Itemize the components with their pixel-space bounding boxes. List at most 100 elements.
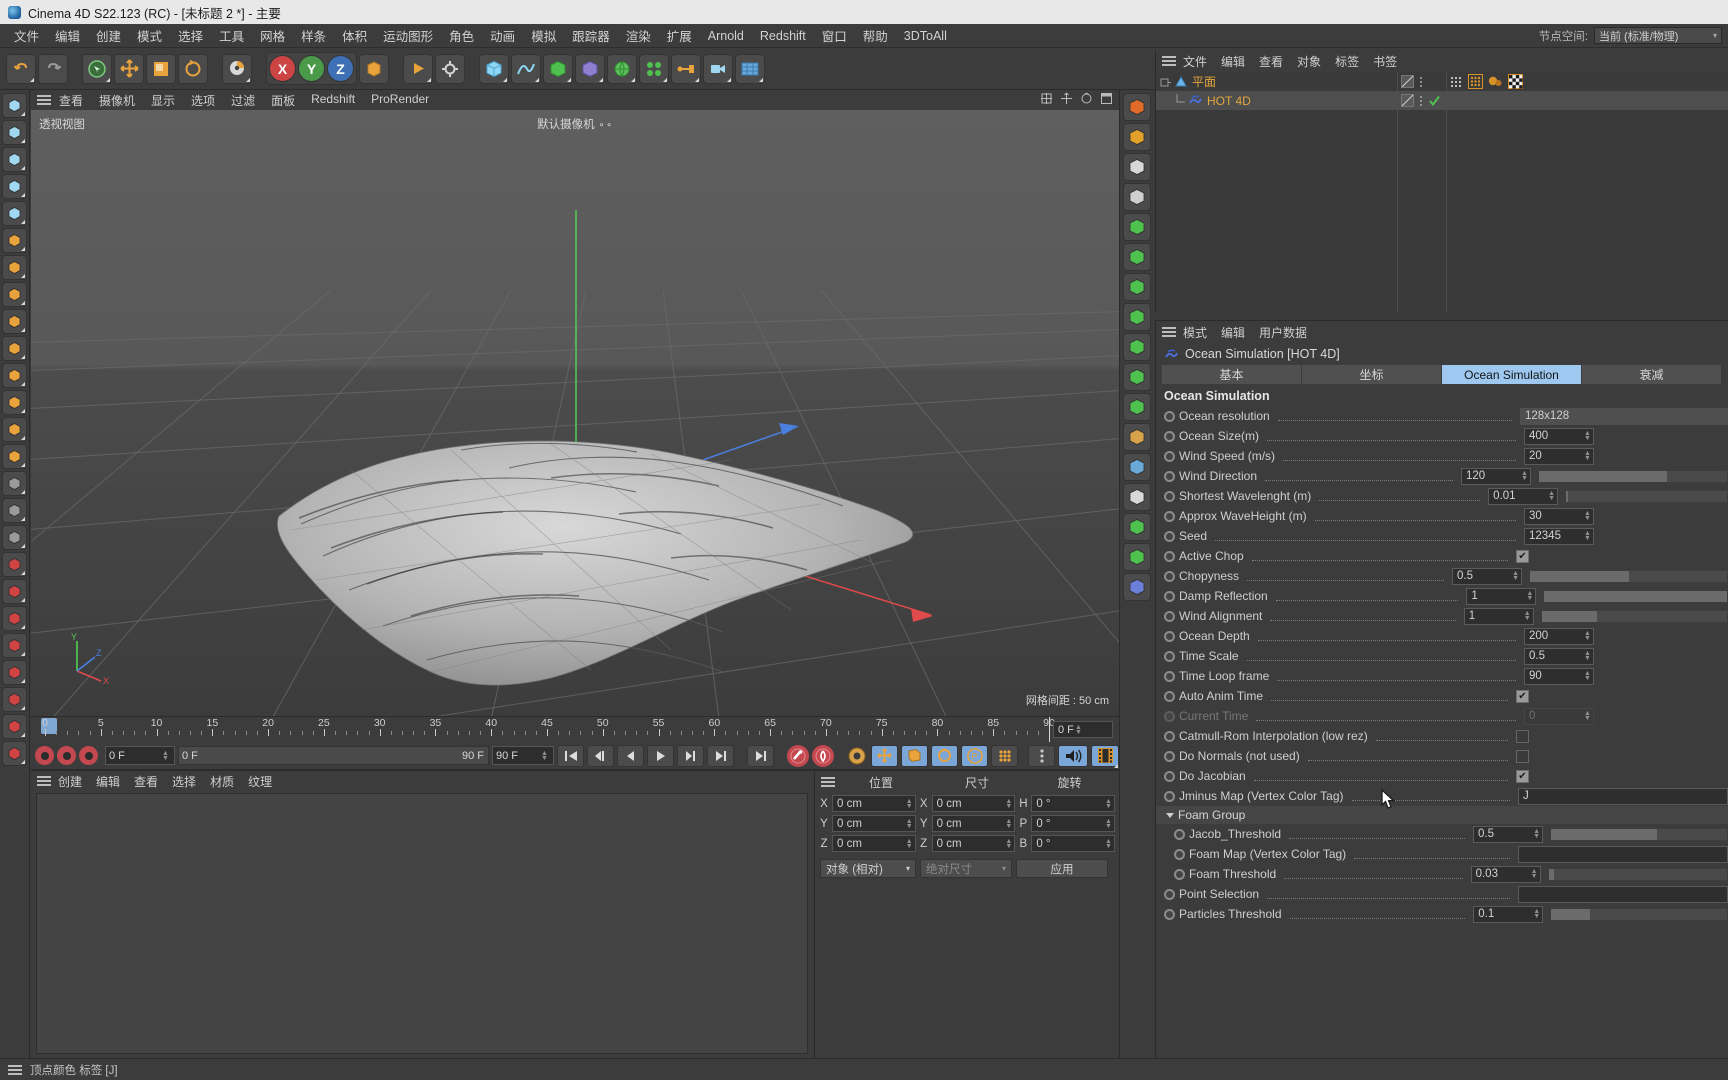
pentagon-object-icon[interactable]	[1122, 573, 1151, 601]
play-button[interactable]	[647, 744, 674, 767]
param-spinner[interactable]: ▲ ▼	[1583, 450, 1593, 462]
rotate-view-icon[interactable]	[1080, 92, 1093, 108]
material-menu-item-查看[interactable]: 查看	[127, 772, 165, 791]
param-spinner[interactable]: ▲ ▼	[1525, 590, 1535, 602]
viewport-menu-item-过滤[interactable]: 过滤	[223, 91, 263, 110]
menu-item-模式[interactable]: 模式	[129, 24, 170, 47]
param-number-field[interactable]: 0 ▲ ▼	[1524, 707, 1594, 725]
add-field-button[interactable]	[671, 53, 701, 84]
param-slider[interactable]	[1540, 609, 1728, 623]
param-animate-dot-icon[interactable]	[1164, 650, 1175, 662]
param-animate-dot-icon[interactable]	[1164, 710, 1175, 722]
world-object-coordinate-button[interactable]	[359, 53, 389, 84]
visibility-toggle-icon[interactable]	[1401, 75, 1414, 88]
add-mograph-button[interactable]	[639, 53, 669, 84]
ocean-tag-icon[interactable]	[1188, 93, 1203, 108]
visibility-toggle-icon[interactable]	[1401, 94, 1414, 107]
coord-mode-dropdown[interactable]: 对象 (相对) ▾	[820, 859, 916, 878]
cube-primitive-icon[interactable]	[2, 93, 27, 118]
param-animate-dot-icon[interactable]	[1174, 848, 1185, 860]
axis-mode-icon[interactable]	[2, 363, 27, 388]
redshift-light-icon[interactable]	[2, 552, 27, 577]
point-mode-icon[interactable]	[2, 228, 27, 253]
param-slider[interactable]	[1538, 469, 1728, 483]
redshift-material-icon[interactable]	[2, 633, 27, 658]
render-region-button[interactable]	[222, 53, 252, 84]
keyframe-selection-object-button[interactable]	[846, 745, 868, 767]
timeline-playhead[interactable]	[1049, 717, 1050, 743]
light-object-icon[interactable]	[1122, 123, 1151, 151]
size-z-field[interactable]: 0 cm ▲ ▼	[931, 835, 1016, 852]
workplane-icon[interactable]	[2, 417, 27, 442]
four-view-icon[interactable]	[1040, 92, 1053, 108]
material-menu-item-创建[interactable]: 创建	[51, 772, 89, 791]
param-number-field[interactable]: 12345 ▲ ▼	[1524, 527, 1594, 545]
menu-item-角色[interactable]: 角色	[441, 24, 482, 47]
attribute-tab-坐标[interactable]: 坐标	[1302, 365, 1442, 384]
menu-item-Redshift[interactable]: Redshift	[752, 27, 814, 45]
step-back-button[interactable]	[617, 744, 644, 767]
param-spinner[interactable]: ▲ ▼	[1583, 630, 1593, 642]
viewport-menu-item-ProRender[interactable]: ProRender	[363, 91, 437, 110]
tag-enabled-check-icon[interactable]	[1428, 94, 1441, 107]
sound-playback-button[interactable]	[1058, 744, 1088, 767]
param-number-field[interactable]: 0.1 ▲ ▼	[1473, 905, 1544, 923]
polygon-mode-icon[interactable]	[2, 282, 27, 307]
redshift-sky-icon[interactable]	[2, 741, 27, 766]
viewport-3d-canvas[interactable]: 透视视图 默认摄像机 ⚬⚬ 网格间距 : 50 cm Y X Z	[31, 110, 1119, 716]
object-menu-item-编辑[interactable]: 编辑	[1214, 52, 1252, 71]
param-number-field[interactable]: 0.5 ▲ ▼	[1524, 647, 1594, 665]
menu-item-工具[interactable]: 工具	[211, 24, 252, 47]
param-slider[interactable]	[1529, 569, 1728, 583]
move-tool-button[interactable]	[114, 53, 144, 84]
param-spinner[interactable]: ▲ ▼	[1511, 570, 1521, 582]
go-to-previous-key-button[interactable]	[587, 744, 614, 767]
param-spinner[interactable]: ▲ ▼	[1523, 610, 1533, 622]
menu-item-运动图形[interactable]: 运动图形	[375, 24, 441, 47]
material-manager-body[interactable]	[36, 793, 808, 1054]
extrude-generator-icon[interactable]	[1122, 363, 1151, 391]
attribute-tab-ocean-simulation[interactable]: Ocean Simulation	[1442, 365, 1582, 384]
circle-spline-icon[interactable]	[1122, 213, 1151, 241]
param-number-field[interactable]: 0.01 ▲ ▼	[1488, 487, 1559, 505]
param-animate-dot-icon[interactable]	[1164, 590, 1175, 602]
redshift-env-icon[interactable]	[2, 714, 27, 739]
angle-tool-icon[interactable]	[1122, 483, 1151, 511]
param-animate-dot-icon[interactable]	[1164, 530, 1175, 542]
add-cube-button[interactable]	[479, 53, 509, 84]
menu-item-Arnold[interactable]: Arnold	[700, 27, 752, 45]
viewport-hamburger-icon[interactable]	[37, 95, 51, 105]
param-link-field[interactable]	[1518, 885, 1728, 903]
param-animate-dot-icon[interactable]	[1164, 908, 1175, 920]
param-spinner[interactable]: ▲ ▼	[1583, 710, 1593, 722]
coord-apply-button[interactable]: 应用	[1016, 859, 1108, 878]
edge-mode-icon[interactable]	[2, 255, 27, 280]
param-spinner[interactable]: ▲ ▼	[1583, 670, 1593, 682]
coordinate-hamburger-icon[interactable]	[821, 777, 835, 787]
param-animate-dot-icon[interactable]	[1164, 410, 1175, 422]
cone-primitive-icon[interactable]	[2, 201, 27, 226]
param-checkbox[interactable]	[1516, 749, 1529, 763]
vertex-color-tag-icon[interactable]	[1468, 74, 1483, 89]
menu-item-样条[interactable]: 样条	[293, 24, 334, 47]
param-spinner[interactable]: ▲ ▼	[1583, 430, 1593, 442]
viewport-menu-item-显示[interactable]: 显示	[143, 91, 183, 110]
step-forward-button[interactable]	[677, 744, 704, 767]
render-settings-button[interactable]	[435, 53, 465, 84]
param-number-field[interactable]: 200 ▲ ▼	[1524, 627, 1594, 645]
param-animate-dot-icon[interactable]	[1164, 770, 1175, 782]
texture-tag-icon[interactable]	[1508, 74, 1523, 89]
object-manager-hamburger-icon[interactable]	[1162, 56, 1176, 66]
menu-item-体积[interactable]: 体积	[334, 24, 375, 47]
param-slider[interactable]	[1550, 907, 1728, 921]
cylinder-primitive-icon[interactable]	[2, 174, 27, 199]
param-animate-dot-icon[interactable]	[1164, 750, 1175, 762]
menu-item-创建[interactable]: 创建	[88, 24, 129, 47]
param-number-field[interactable]: 20 ▲ ▼	[1524, 447, 1594, 465]
attribute-tab-基本[interactable]: 基本	[1162, 365, 1302, 384]
null-object-icon[interactable]	[1122, 93, 1151, 121]
enable-dots-icon[interactable]	[1420, 76, 1422, 87]
param-number-field[interactable]: 400 ▲ ▼	[1524, 427, 1594, 445]
param-animate-dot-icon[interactable]	[1164, 630, 1175, 642]
timeline-ruler[interactable]: 051015202530354045505560657075808590 0 F…	[31, 716, 1119, 743]
